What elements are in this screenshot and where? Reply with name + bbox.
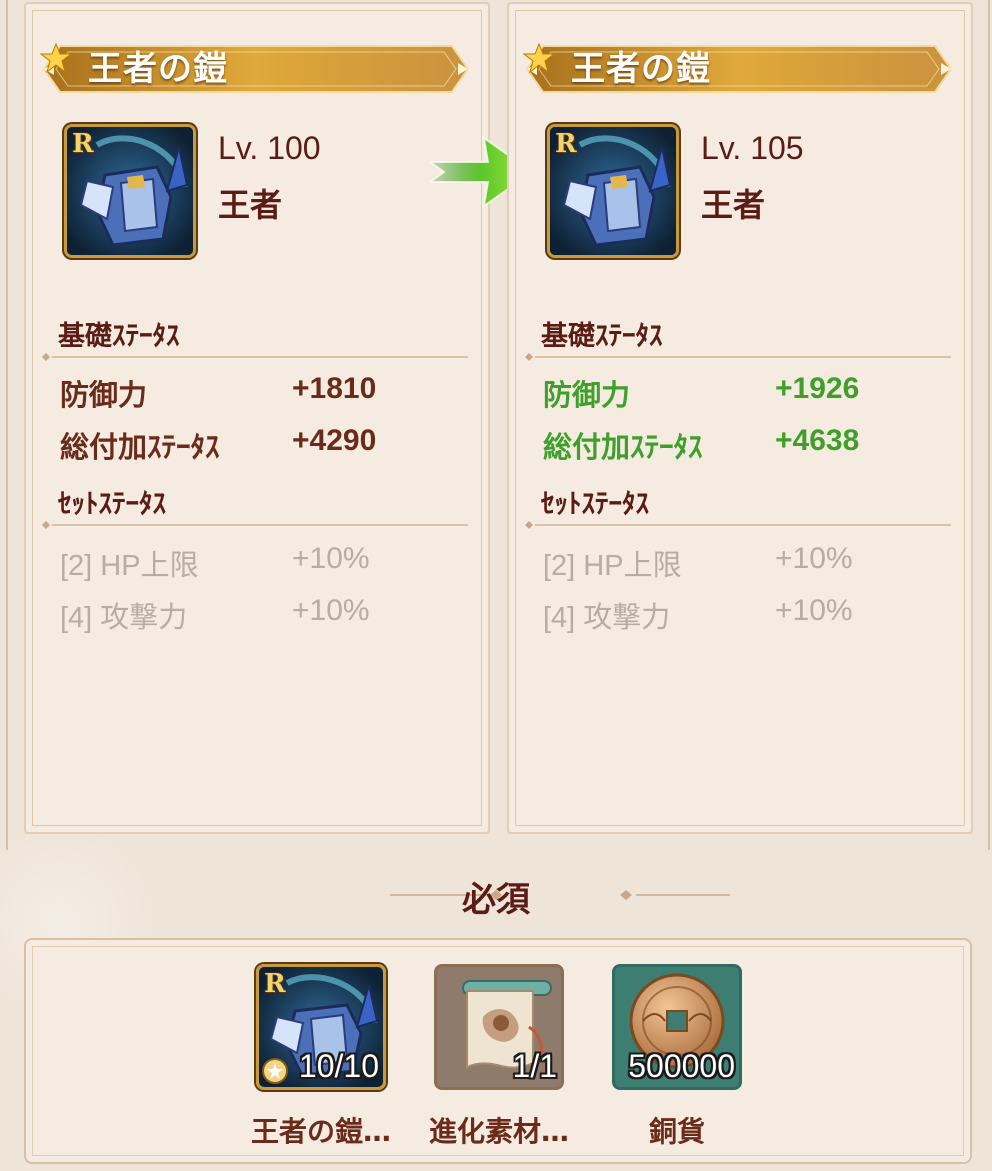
stat-row-defense: 防御力 +1810 bbox=[60, 372, 480, 412]
upgraded-equipment-card: 王者の鎧 R Lv. 105 王者 基礎ｽﾃｰﾀｽ 防御力 +1926 総付加ｽ… bbox=[507, 2, 973, 834]
set-stat-row-attack: [4] 攻撃力 +10% bbox=[543, 594, 963, 634]
set-name: 王者 bbox=[701, 186, 766, 224]
title-banner: 王者の鎧 bbox=[40, 42, 472, 96]
set-status-heading: ｾｯﾄｽﾃｰﾀｽ bbox=[58, 489, 166, 520]
material-armor[interactable]: R 10/10 bbox=[256, 964, 386, 1090]
section-divider bbox=[525, 521, 951, 529]
stat-label: 防御力 bbox=[543, 378, 631, 412]
current-equipment-card: 王者の鎧 R Lv. 100 王者 基礎ｽﾃｰﾀｽ 防御力 +1810 総付加ｽ… bbox=[24, 2, 490, 834]
required-header: 必須 bbox=[0, 866, 992, 920]
level-text: Lv. 105 bbox=[701, 130, 804, 166]
set-stat-row-hp: [2] HP上限 +10% bbox=[60, 542, 480, 582]
set-status-heading: ｾｯﾄｽﾃｰﾀｽ bbox=[541, 489, 649, 520]
material-copper-coin[interactable]: 500000 bbox=[612, 964, 742, 1090]
rarity-badge: R bbox=[264, 969, 286, 999]
stat-value: +10% bbox=[292, 542, 370, 575]
stat-row-defense: 防御力 +1926 bbox=[543, 372, 963, 412]
header-decoration-right bbox=[620, 890, 730, 900]
set-name: 王者 bbox=[218, 186, 283, 224]
material-name: 銅貨 bbox=[648, 1115, 705, 1148]
base-status-heading: 基礎ｽﾃｰﾀｽ bbox=[541, 321, 663, 352]
stat-value: +4638 bbox=[775, 424, 860, 457]
armor-icon[interactable]: R bbox=[547, 124, 679, 258]
rarity-badge: R bbox=[72, 129, 94, 159]
stat-value: +4290 bbox=[292, 424, 377, 457]
title-banner: 王者の鎧 bbox=[523, 42, 955, 96]
stat-row-total-bonus: 総付加ｽﾃｰﾀｽ +4290 bbox=[60, 424, 480, 464]
stat-label: [2] HP上限 bbox=[60, 550, 199, 582]
stat-label: [2] HP上限 bbox=[543, 550, 682, 582]
section-divider bbox=[42, 521, 468, 529]
stat-value: +10% bbox=[775, 542, 853, 575]
base-status-heading: 基礎ｽﾃｰﾀｽ bbox=[58, 321, 180, 352]
equipment-title: 王者の鎧 bbox=[571, 49, 711, 89]
stat-label: [4] 攻撃力 bbox=[543, 602, 671, 634]
material-name: 王者の鎧… bbox=[250, 1115, 391, 1148]
stat-value: +1810 bbox=[292, 372, 377, 405]
set-stat-row-hp: [2] HP上限 +10% bbox=[543, 542, 963, 582]
star-icon bbox=[523, 42, 555, 74]
armor-icon[interactable]: R bbox=[64, 124, 196, 258]
star-icon bbox=[40, 42, 72, 74]
set-stat-row-attack: [4] 攻撃力 +10% bbox=[60, 594, 480, 634]
stat-value: +10% bbox=[292, 594, 370, 627]
stat-value: +10% bbox=[775, 594, 853, 627]
required-title: 必須 bbox=[462, 880, 530, 920]
section-divider bbox=[525, 353, 951, 361]
equipment-title: 王者の鎧 bbox=[88, 49, 228, 89]
stat-label: 総付加ｽﾃｰﾀｽ bbox=[543, 430, 703, 464]
stat-label: 防御力 bbox=[60, 378, 148, 412]
rarity-badge: R bbox=[555, 129, 577, 159]
material-count: 1/1 bbox=[512, 1048, 557, 1084]
material-count: 10/10 bbox=[298, 1048, 379, 1084]
section-divider bbox=[42, 353, 468, 361]
stat-label: 総付加ｽﾃｰﾀｽ bbox=[60, 430, 220, 464]
stat-label: [4] 攻撃力 bbox=[60, 602, 188, 634]
material-evolution[interactable]: 1/1 bbox=[434, 964, 564, 1090]
stat-row-total-bonus: 総付加ｽﾃｰﾀｽ +4638 bbox=[543, 424, 963, 464]
level-text: Lv. 100 bbox=[218, 130, 321, 166]
material-name: 進化素材… bbox=[428, 1115, 569, 1148]
material-count: 500000 bbox=[628, 1048, 735, 1084]
stat-value: +1926 bbox=[775, 372, 860, 405]
